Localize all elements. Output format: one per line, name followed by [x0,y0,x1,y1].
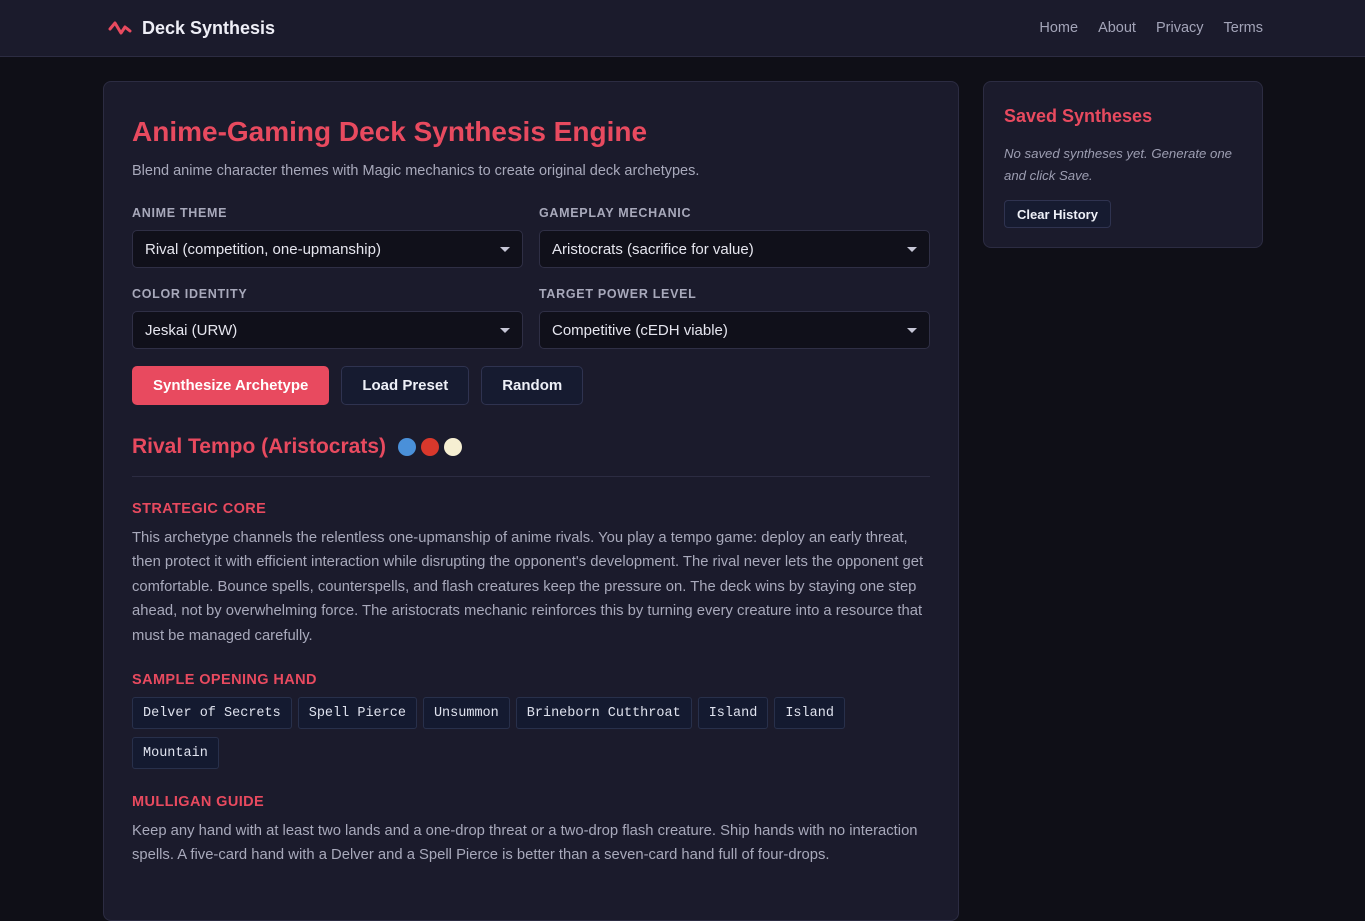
synthesis-panel: Anime-Gaming Deck Synthesis Engine Blend… [103,81,959,921]
saved-syntheses-title: Saved Syntheses [1004,106,1153,126]
card-chip[interactable]: Spell Pierce [297,697,417,730]
page-title: Anime-Gaming Deck Synthesis Engine [132,116,648,147]
color-identity-select[interactable]: Jeskai (URW) [132,311,523,349]
mulligan-guide-text: Keep any hand with at least two lands an… [132,823,918,864]
archetype-title: Rival Tempo (Aristocrats) [132,435,386,458]
anime-theme-label: Anime Theme [132,206,228,220]
chevron-down-icon [907,246,917,252]
random-button[interactable]: Random [481,366,584,405]
color-identity-value: Jeskai (URW) [145,321,238,339]
nav-about[interactable]: About [1098,20,1136,36]
anime-theme-select[interactable]: Rival (competition, one-upmanship) [132,230,523,268]
synthesis-form: Anime Theme Rival (competition, one-upma… [132,206,930,349]
card-chip[interactable]: Mountain [132,737,219,770]
gameplay-mechanic-value: Aristocrats (sacrifice for value) [552,240,754,258]
clear-history-button[interactable]: Clear History [1004,200,1111,228]
gameplay-mechanic-label: Gameplay Mechanic [539,206,692,220]
anime-theme-value: Rival (competition, one-upmanship) [145,240,381,258]
synthesize-button[interactable]: Synthesize Archetype [132,366,330,405]
color-identity-field: Color Identity Jeskai (URW) [132,287,523,349]
saved-syntheses-empty: No saved syntheses yet. Generate one and… [1004,146,1232,183]
load-preset-button[interactable]: Load Preset [341,366,470,405]
nav-home[interactable]: Home [1039,20,1078,36]
strategic-core-text: This archetype channels the relentless o… [132,530,924,644]
chevron-down-icon [500,246,510,252]
card-chip[interactable]: Island [697,697,769,730]
result-header: Rival Tempo (Aristocrats) [132,435,930,459]
card-chip[interactable]: Delver of Secrets [132,697,292,730]
white-mana-pip [444,438,462,456]
gameplay-mechanic-select[interactable]: Aristocrats (sacrifice for value) [539,230,930,268]
brand-name: Deck Synthesis [142,17,276,38]
blue-mana-pip [398,438,416,456]
divider [132,476,930,477]
power-level-select[interactable]: Competitive (cEDH viable) [539,311,930,349]
red-mana-pip [421,438,439,456]
chevron-down-icon [500,327,510,333]
opening-hand-title: Sample Opening Hand [132,672,317,689]
nav-terms[interactable]: Terms [1224,20,1263,36]
color-pips [398,438,462,456]
gameplay-mechanic-field: Gameplay Mechanic Aristocrats (sacrifice… [539,206,930,268]
page-subtitle: Blend anime character themes with Magic … [132,163,700,179]
card-chip[interactable]: Unsummon [422,697,510,730]
card-chip[interactable]: Brineborn Cutthroat [515,697,692,730]
power-level-field: Target Power Level Competitive (cEDH via… [539,287,930,349]
top-navbar: Deck Synthesis Home About Privacy Terms [0,0,1365,57]
power-level-label: Target Power Level [539,287,697,301]
saved-syntheses-panel: Saved Syntheses No saved syntheses yet. … [983,81,1263,248]
opening-hand-cards: Delver of Secrets Spell Pierce Unsummon … [132,697,892,770]
nav-privacy[interactable]: Privacy [1156,20,1204,36]
color-identity-label: Color Identity [132,287,248,301]
anime-theme-field: Anime Theme Rival (competition, one-upma… [132,206,523,268]
brand[interactable]: Deck Synthesis [108,18,275,39]
mulligan-guide-title: Mulligan Guide [132,794,265,811]
nav-links: Home About Privacy Terms [1039,20,1263,36]
chevron-down-icon [907,327,917,333]
card-chip[interactable]: Island [774,697,845,730]
power-level-value: Competitive (cEDH viable) [552,321,728,339]
strategic-core-title: Strategic Core [132,501,267,517]
action-buttons: Synthesize Archetype Load Preset Random [132,366,930,405]
pulse-icon [108,18,132,38]
